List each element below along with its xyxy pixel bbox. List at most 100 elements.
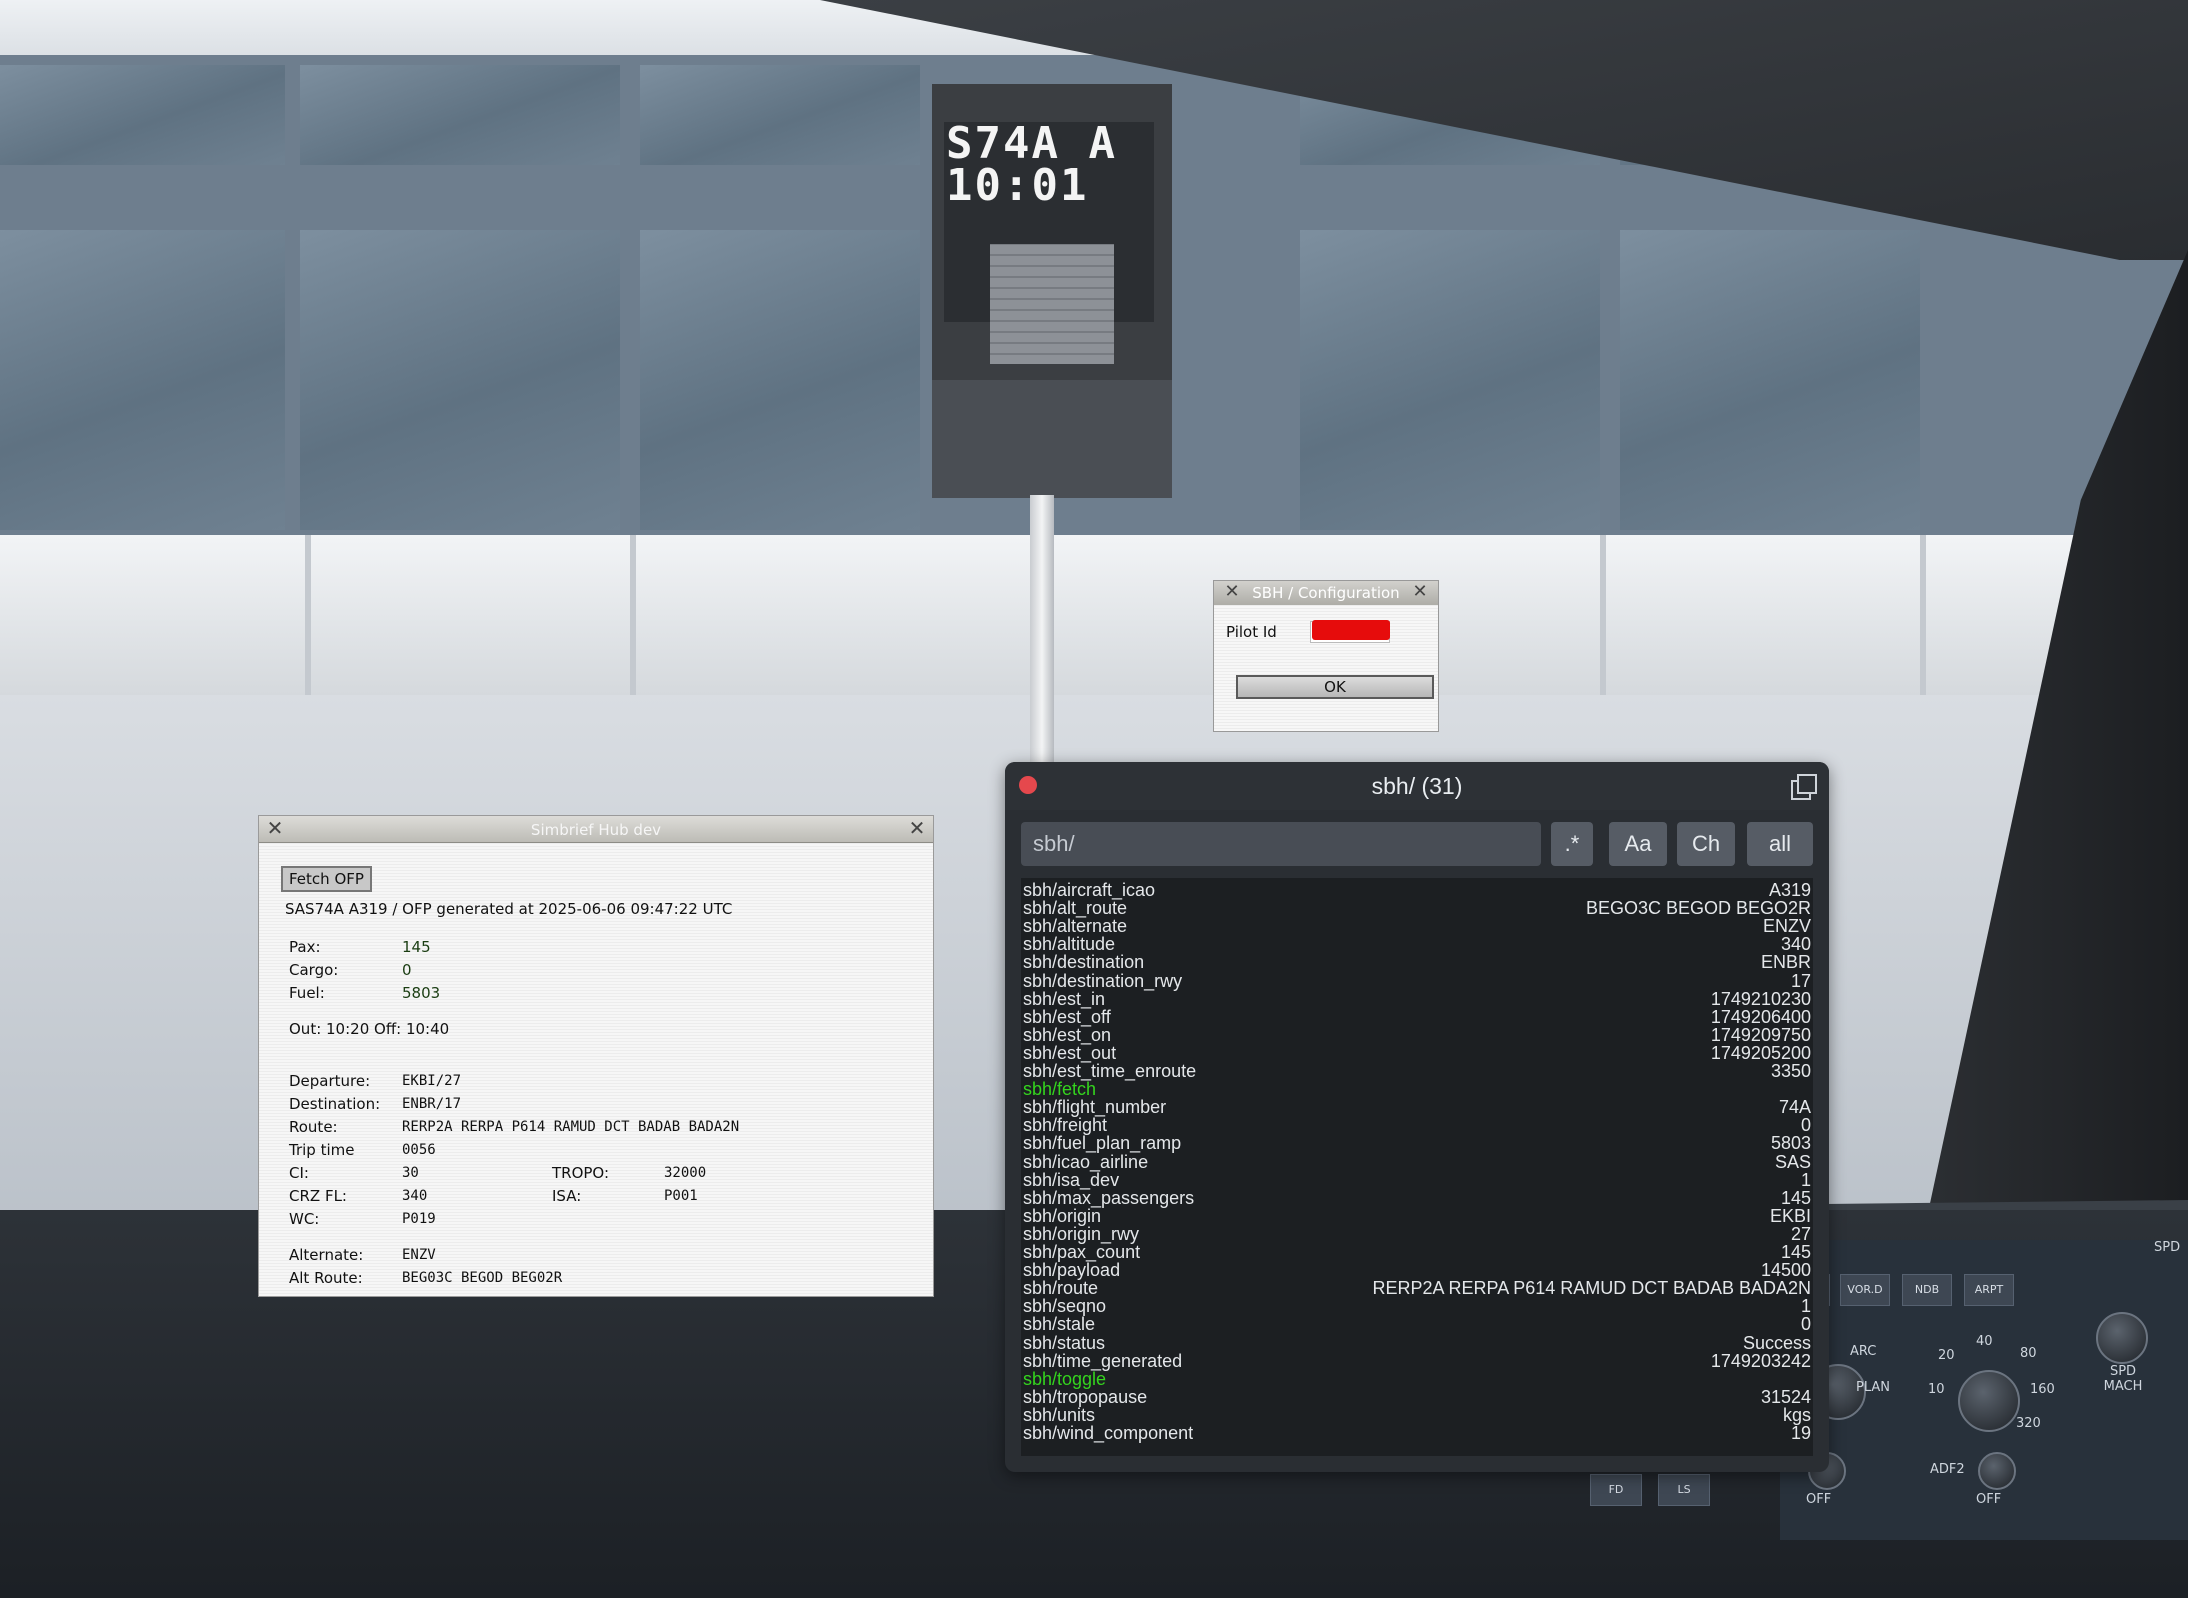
dataref-row[interactable]: sbh/est_in 1749210230 — [1023, 990, 1811, 1008]
departure-value: EKBI/27 — [402, 1073, 462, 1089]
hub-close-right-icon[interactable]: ✕ — [907, 818, 927, 838]
cargo-value: 0 — [402, 961, 412, 979]
dataref-value: Success — [1742, 1332, 1811, 1353]
spd-mach-label: SPD MACH — [2103, 1364, 2143, 1394]
dataref-row[interactable]: sbh/destination_rwy 17 — [1023, 972, 1811, 990]
dataref-name: sbh/destination_rwy — [1023, 970, 1183, 991]
fetch-ofp-button[interactable]: Fetch OFP — [281, 866, 372, 892]
dataref-name: sbh/est_on — [1023, 1024, 1112, 1045]
viewer-titlebar[interactable]: sbh/ (31) — [1005, 762, 1829, 810]
dataref-row[interactable]: sbh/time_generated 1749203242 — [1023, 1352, 1811, 1370]
tropo-label: TROPO: — [552, 1164, 610, 1182]
pilot-id-label: Pilot Id — [1226, 623, 1277, 641]
dataref-name: sbh/stale — [1023, 1314, 1096, 1335]
pax-value: 145 — [402, 938, 431, 956]
adf2-off-label: OFF — [1976, 1492, 2002, 1507]
dataref-row[interactable]: sbh/flight_number 74A — [1023, 1098, 1811, 1116]
wc-label: WC: — [289, 1210, 320, 1228]
fd-button[interactable]: FD — [1590, 1474, 1642, 1506]
wc-value: P019 — [402, 1211, 436, 1227]
ci-value: 30 — [402, 1165, 419, 1181]
dataref-row[interactable]: sbh/fuel_plan_ramp 5803 — [1023, 1134, 1811, 1152]
dataref-value: 1749209750 — [1710, 1024, 1811, 1045]
dataref-row[interactable]: sbh/freight 0 — [1023, 1116, 1811, 1134]
dataref-viewer-window: sbh/ (31) .* Aa Ch all sbh/aircraft_icao… — [1005, 762, 1829, 1472]
dataref-row[interactable]: sbh/est_time_enroute 3350 — [1023, 1062, 1811, 1080]
changed-toggle-button[interactable]: Ch — [1677, 822, 1735, 866]
trip-time-value: 0056 — [402, 1142, 436, 1158]
dataref-name: sbh/origin — [1023, 1205, 1102, 1226]
dataref-name: sbh/origin_rwy — [1023, 1223, 1140, 1244]
dataref-name: sbh/route — [1023, 1278, 1099, 1299]
dataref-row[interactable]: sbh/stale 0 — [1023, 1315, 1811, 1333]
alt-route-label: Alt Route: — [289, 1269, 363, 1287]
gate-sign: S74A A 10:01 — [932, 84, 1172, 380]
dataref-row[interactable]: sbh/est_on 1749209750 — [1023, 1026, 1811, 1044]
dataref-value: 1749203242 — [1710, 1350, 1811, 1371]
ls-button[interactable]: LS — [1658, 1474, 1710, 1506]
dataref-row[interactable]: sbh/altitude 340 — [1023, 935, 1811, 953]
isa-value: P001 — [664, 1188, 698, 1204]
dataref-value: 340 — [1780, 934, 1811, 955]
destination-value: ENBR/17 — [402, 1096, 462, 1112]
config-close-right-icon[interactable]: ✕ — [1410, 582, 1430, 602]
spd-label: SPD — [2154, 1240, 2181, 1255]
dataref-row[interactable]: sbh/est_out 1749205200 — [1023, 1044, 1811, 1062]
dataref-name: sbh/est_out — [1023, 1042, 1117, 1063]
config-titlebar[interactable]: ✕ SBH / Configuration ✕ — [1214, 581, 1438, 605]
efis-arpt-button[interactable]: ARPT — [1964, 1274, 2014, 1306]
nd-range-knob[interactable] — [1958, 1370, 2020, 1432]
command-row[interactable]: sbh/toggle — [1023, 1370, 1811, 1388]
redaction-mark — [1312, 620, 1390, 640]
terminal-wall — [0, 535, 2188, 695]
dataref-value: 1 — [1800, 1169, 1811, 1190]
efis-vord-button[interactable]: VOR.D — [1840, 1274, 1890, 1306]
dataref-name: sbh/fetch — [1023, 1079, 1097, 1100]
adf2-switch[interactable] — [1978, 1452, 2016, 1490]
dataref-row[interactable]: sbh/payload 14500 — [1023, 1261, 1811, 1279]
dataref-row[interactable]: sbh/tropopause 31524 — [1023, 1388, 1811, 1406]
dataref-row[interactable]: sbh/origin_rwy 27 — [1023, 1225, 1811, 1243]
config-title: SBH / Configuration — [1252, 584, 1400, 602]
gate-sign-base — [932, 380, 1172, 498]
efis-ndb-button[interactable]: NDB — [1902, 1274, 1952, 1306]
departure-label: Departure: — [289, 1072, 371, 1090]
efis-panel: PT VOR.D NDB ARPT ARC PLAN 10 20 40 80 1… — [1780, 1240, 2188, 1540]
spd-mach-knob[interactable] — [2096, 1312, 2148, 1364]
dataref-row[interactable]: sbh/est_off 1749206400 — [1023, 1008, 1811, 1026]
viewer-title: sbh/ (31) — [1371, 773, 1463, 799]
dataref-row[interactable]: sbh/origin EKBI — [1023, 1207, 1811, 1225]
dataref-row[interactable]: sbh/aircraft_icao A319 — [1023, 881, 1811, 899]
dataref-row[interactable]: sbh/units kgs — [1023, 1406, 1811, 1424]
dataref-row[interactable]: sbh/isa_dev 1 — [1023, 1171, 1811, 1189]
hub-titlebar[interactable]: ✕ Simbrief Hub dev ✕ — [259, 816, 933, 843]
all-toggle-button[interactable]: all — [1747, 822, 1813, 866]
dataref-value: EKBI — [1769, 1205, 1811, 1226]
dataref-row[interactable]: sbh/pax_count 145 — [1023, 1243, 1811, 1261]
dataref-name: sbh/time_generated — [1023, 1350, 1183, 1371]
dataref-name: sbh/isa_dev — [1023, 1169, 1120, 1190]
dataref-name: sbh/alt_route — [1023, 898, 1128, 919]
dataref-value: BEGO3C BEGOD BEGO2R — [1585, 898, 1811, 919]
popout-window-icon[interactable] — [1791, 774, 1817, 800]
dataref-list[interactable]: sbh/aircraft_icao A319 sbh/alt_route BEGO3C… — [1021, 878, 1813, 1456]
alternate-value: ENZV — [402, 1247, 436, 1263]
ok-button[interactable]: OK — [1236, 675, 1434, 699]
regex-toggle-button[interactable]: .* — [1551, 822, 1593, 866]
dataref-row[interactable]: sbh/alt_route BEGO3C BEGOD BEGO2R — [1023, 899, 1811, 917]
dataref-row[interactable]: sbh/max_passengers 145 — [1023, 1189, 1811, 1207]
dataref-name: sbh/est_time_enroute — [1023, 1061, 1197, 1081]
case-toggle-button[interactable]: Aa — [1609, 822, 1667, 866]
dataref-row[interactable]: sbh/wind_component 19 — [1023, 1424, 1811, 1442]
dataref-row[interactable]: sbh/seqno 1 — [1023, 1297, 1811, 1315]
dataref-row[interactable]: sbh/alternate ENZV — [1023, 917, 1811, 935]
command-row[interactable]: sbh/fetch — [1023, 1080, 1811, 1098]
dataref-row[interactable]: sbh/destination ENBR — [1023, 953, 1811, 971]
dataref-row[interactable]: sbh/route RERP2A RERPA P614 RAMUD DCT BAD… — [1023, 1279, 1811, 1297]
dataref-row[interactable]: sbh/icao_airline SAS — [1023, 1153, 1811, 1171]
dataref-row[interactable]: sbh/status Success — [1023, 1334, 1811, 1352]
range-40-label: 40 — [1976, 1334, 1993, 1349]
dataref-value: kgs — [1782, 1404, 1811, 1425]
dataref-search-input[interactable] — [1021, 822, 1541, 866]
dataref-value: ENBR — [1760, 952, 1811, 973]
